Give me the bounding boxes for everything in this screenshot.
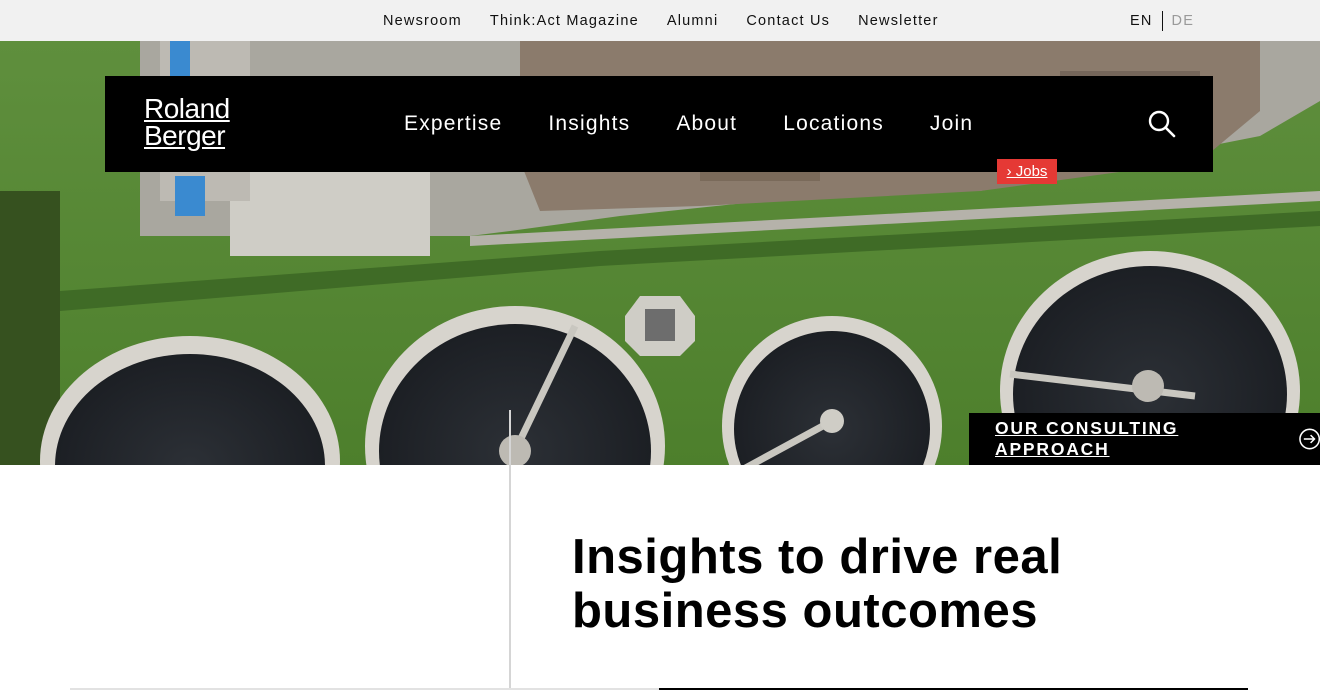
- jobs-tag[interactable]: › Jobs: [997, 159, 1057, 184]
- utility-links: Newsroom Think:Act Magazine Alumni Conta…: [383, 0, 967, 41]
- utility-bar: Newsroom Think:Act Magazine Alumni Conta…: [0, 0, 1320, 41]
- nav-item-about[interactable]: About: [676, 112, 737, 136]
- logo-line-berger: Berger: [144, 120, 226, 151]
- nav-item-join[interactable]: Join: [930, 112, 973, 136]
- arrow-circle-right-icon: [1298, 428, 1320, 450]
- primary-nav: Expertise Insights About Locations Join: [404, 76, 1019, 172]
- language-switcher: EN DE: [1130, 0, 1194, 41]
- vertical-divider: [509, 410, 511, 690]
- consulting-approach-label: OUR CONSULTING APPROACH: [995, 418, 1179, 459]
- language-divider: [1161, 10, 1163, 31]
- nav-item-locations[interactable]: Locations: [783, 112, 884, 136]
- language-de[interactable]: DE: [1172, 13, 1195, 29]
- utility-link-thinkact-magazine[interactable]: Think:Act Magazine: [490, 13, 639, 29]
- search-icon: [1148, 110, 1176, 138]
- section-headline: Insights to drive real business outcomes: [572, 530, 1063, 638]
- utility-link-newsroom[interactable]: Newsroom: [383, 13, 462, 29]
- utility-link-alumni[interactable]: Alumni: [667, 13, 719, 29]
- logo-line-roland: Roland: [144, 93, 230, 124]
- nav-item-expertise[interactable]: Expertise: [404, 112, 502, 136]
- nav-item-insights[interactable]: Insights: [548, 112, 630, 136]
- utility-link-newsletter[interactable]: Newsletter: [858, 13, 939, 29]
- language-en[interactable]: EN: [1130, 13, 1153, 29]
- consulting-approach-button[interactable]: OUR CONSULTING APPROACH: [969, 413, 1320, 465]
- roland-berger-logo[interactable]: Roland Berger: [144, 93, 230, 151]
- search-button[interactable]: [1147, 109, 1177, 139]
- main-navigation: Roland Berger Expertise Insights About L…: [105, 76, 1213, 172]
- utility-link-contact-us[interactable]: Contact Us: [746, 13, 830, 29]
